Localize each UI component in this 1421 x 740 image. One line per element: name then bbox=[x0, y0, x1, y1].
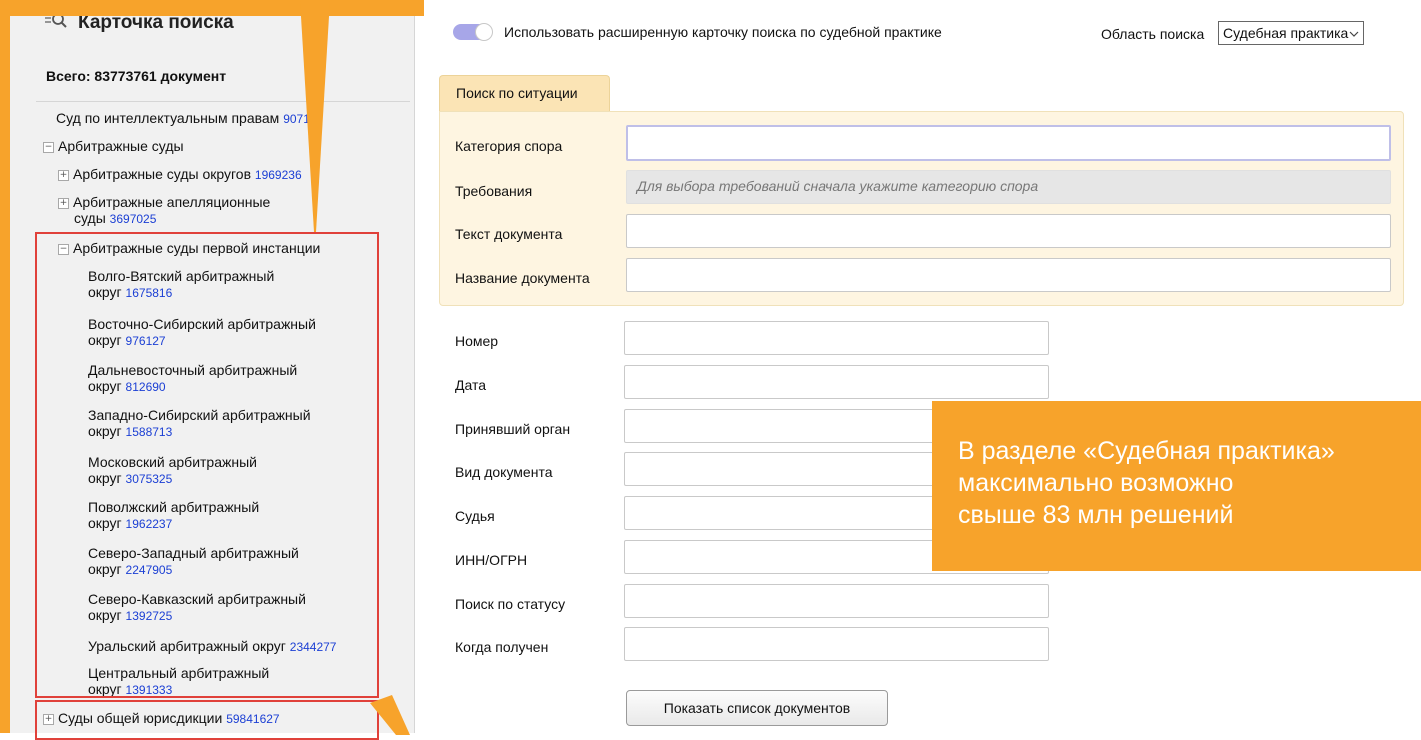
authority-label: Принявший орган bbox=[455, 421, 571, 437]
orange-arrow-decoration bbox=[370, 695, 410, 735]
requirements-field: Для выбора требований сначала укажите ка… bbox=[626, 170, 1391, 204]
tree-item-label: Суд по интеллектуальным правам bbox=[56, 110, 280, 126]
requirements-label: Требования bbox=[455, 183, 533, 199]
document-total: Всего: 83773761 документ bbox=[46, 68, 227, 84]
chevron-down-icon bbox=[1349, 25, 1359, 41]
first-instance-highlight bbox=[35, 232, 379, 698]
inn-ogrn-label: ИНН/ОГРН bbox=[455, 552, 528, 568]
judge-label: Судья bbox=[455, 508, 495, 524]
tree-item-label: Арбитражные суды bbox=[58, 138, 184, 154]
extended-card-toggle-label[interactable]: Использовать расширенную карточку поиска… bbox=[504, 24, 942, 40]
received-label: Когда получен bbox=[455, 639, 549, 655]
info-callout: В разделе «Судебная практика» максимальн… bbox=[932, 401, 1421, 571]
number-field[interactable] bbox=[624, 321, 1049, 355]
expand-icon[interactable]: + bbox=[58, 198, 69, 209]
search-scope-label: Область поиска bbox=[1101, 26, 1205, 42]
callout-line-3: свыше 83 млн решений bbox=[958, 501, 1234, 529]
date-field[interactable] bbox=[624, 365, 1049, 399]
tree-item-label: Арбитражные апелляционные bbox=[73, 194, 271, 210]
show-documents-button[interactable]: Показать список документов bbox=[626, 690, 888, 726]
orange-pointer-decoration bbox=[300, 0, 330, 232]
expand-icon[interactable]: + bbox=[58, 170, 69, 181]
document-title-label: Название документа bbox=[455, 270, 590, 286]
extended-card-toggle[interactable] bbox=[453, 23, 493, 41]
tab-situation-search[interactable]: Поиск по ситуации bbox=[439, 75, 610, 111]
status-search-field[interactable] bbox=[624, 584, 1049, 618]
sidebar-divider bbox=[36, 101, 410, 102]
orange-edge-decoration bbox=[0, 0, 10, 733]
status-search-label: Поиск по статусу bbox=[455, 596, 566, 612]
category-label: Категория спора bbox=[455, 138, 563, 154]
search-scope-select[interactable]: Судебная практика bbox=[1218, 21, 1364, 45]
document-text-field[interactable] bbox=[626, 214, 1391, 248]
tree-item-arbitration-courts[interactable]: − Арбитражные суды bbox=[43, 138, 184, 154]
orange-top-banner bbox=[10, 0, 424, 16]
collapse-icon[interactable]: − bbox=[43, 142, 54, 153]
callout-line-1: В разделе «Судебная практика» bbox=[958, 437, 1335, 465]
document-type-label: Вид документа bbox=[455, 464, 553, 480]
toggle-knob bbox=[475, 23, 493, 41]
date-label: Дата bbox=[455, 377, 487, 393]
tree-item-ip-court[interactable]: Суд по интеллектуальным правам 90712 bbox=[56, 110, 317, 127]
tree-item-count[interactable]: 3697025 bbox=[110, 212, 157, 226]
search-scope-value: Судебная практика bbox=[1223, 25, 1349, 41]
general-courts-highlight bbox=[35, 700, 379, 740]
tree-item-district-courts[interactable]: + Арбитражные суды округов 1969236 bbox=[58, 166, 302, 183]
tree-item-appeal-courts[interactable]: + Арбитражные апелляционные суды 3697025 bbox=[58, 194, 270, 227]
document-text-label: Текст документа bbox=[455, 226, 563, 242]
category-field[interactable] bbox=[626, 125, 1391, 161]
tree-item-count[interactable]: 1969236 bbox=[255, 168, 302, 182]
number-label: Номер bbox=[455, 333, 499, 349]
tree-item-label: Арбитражные суды округов bbox=[73, 166, 252, 182]
received-field[interactable] bbox=[624, 627, 1049, 661]
tree-item-label-cont: суды bbox=[74, 210, 106, 226]
callout-line-2: максимально возможно bbox=[958, 469, 1234, 497]
document-title-field[interactable] bbox=[626, 258, 1391, 292]
